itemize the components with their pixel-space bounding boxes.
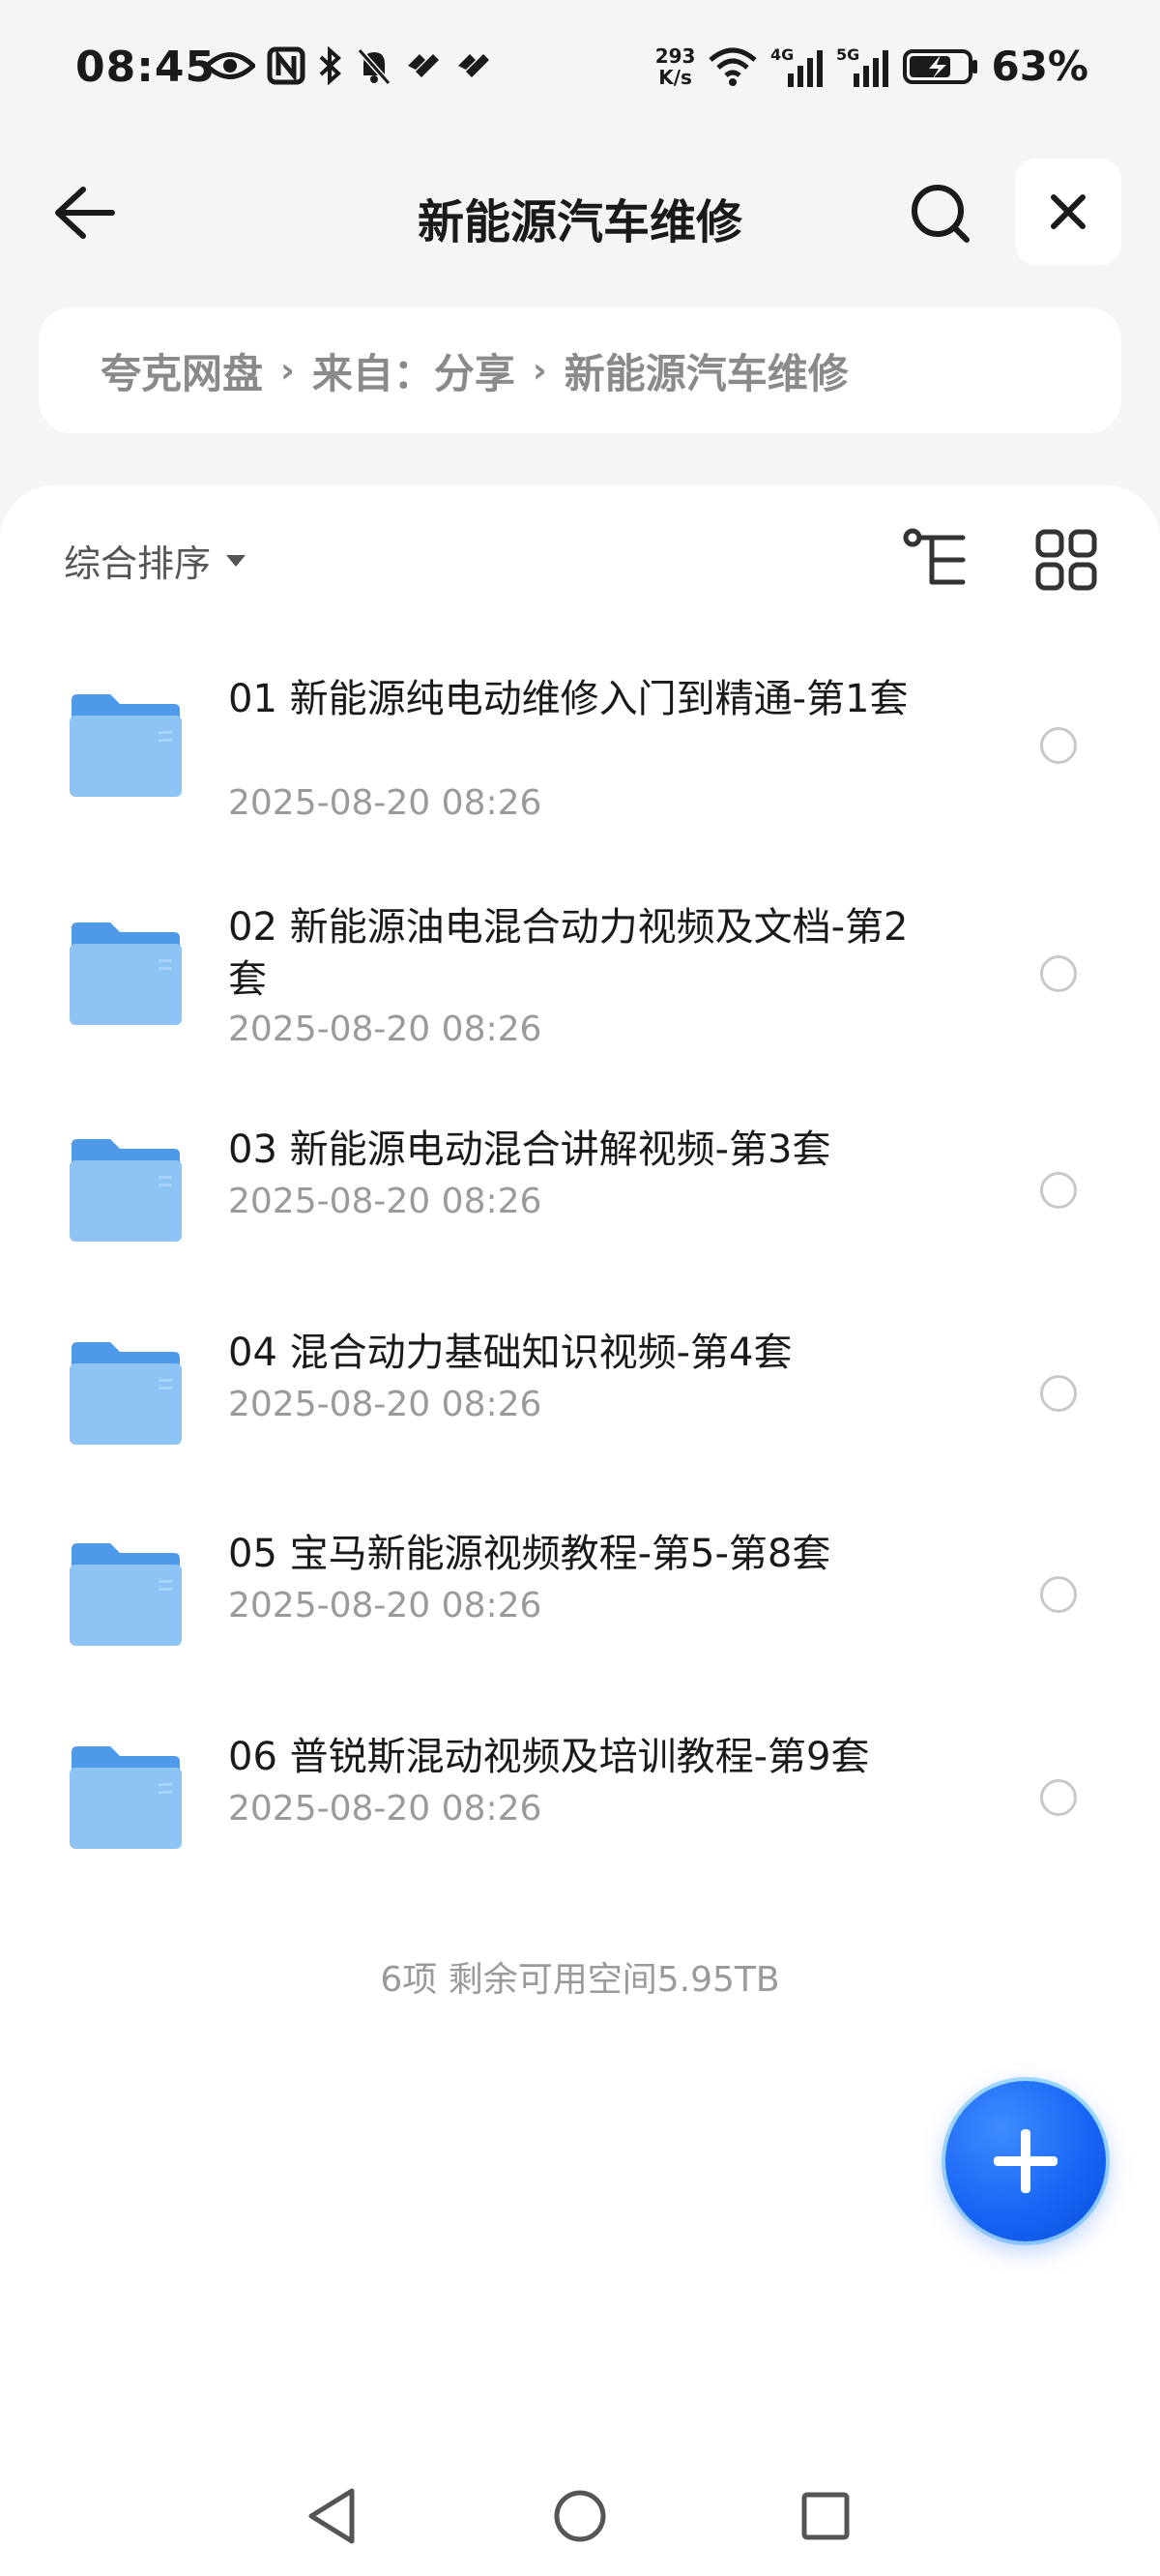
grid-view-icon	[1035, 529, 1097, 591]
breadcrumb: 夸克网盘 › 来自：分享 › 新能源汽车维修	[39, 307, 1121, 433]
file-row[interactable]: 02 新能源油电混合动力视频及文档-第2套 2025-08-20 08:26	[0, 872, 1160, 1095]
nfc-icon	[267, 46, 305, 85]
file-date: 2025-08-20 08:26	[228, 1586, 542, 1625]
caret-down-icon	[226, 554, 246, 567]
svg-text:5G: 5G	[836, 45, 859, 64]
select-radio[interactable]	[1040, 1375, 1077, 1412]
network-speed-value: 293	[654, 44, 696, 68]
file-date: 2025-08-20 08:26	[228, 1010, 542, 1049]
status-bar: 08:45 293 K/s 4G 5G 63%	[0, 0, 1160, 145]
file-name: 04 混合动力基础知识视频-第4套	[228, 1331, 793, 1375]
network-speed: 293 K/s	[655, 45, 696, 88]
app-notification-icon	[408, 54, 439, 77]
breadcrumb-separator: ›	[532, 350, 547, 391]
folder-icon	[70, 1342, 182, 1445]
folder-icon	[70, 1543, 182, 1646]
select-radio[interactable]	[1040, 955, 1077, 992]
select-radio[interactable]	[1040, 1576, 1077, 1613]
close-button[interactable]	[1015, 159, 1121, 265]
file-row[interactable]: 06 普锐斯混动视频及培训教程-第9套 2025-08-20 08:26	[0, 1704, 1160, 1907]
circle-home-icon	[554, 2490, 606, 2542]
system-nav-bar	[0, 2456, 1160, 2576]
title-bar: 新能源汽车维修	[0, 145, 1160, 280]
select-radio[interactable]	[1040, 1779, 1077, 1816]
folder-icon	[70, 1746, 182, 1849]
breadcrumb-separator: ›	[280, 350, 295, 391]
eye-icon	[205, 52, 255, 79]
file-row[interactable]: 05 宝马新能源视频教程-第5-第8套 2025-08-20 08:26	[0, 1501, 1160, 1704]
folder-icon	[70, 1139, 182, 1242]
wifi-icon	[709, 47, 758, 86]
nav-recents-button[interactable]	[787, 2477, 864, 2555]
svg-text:4G: 4G	[770, 45, 794, 64]
network-speed-unit: K/s	[658, 65, 692, 89]
breadcrumb-item-root[interactable]: 夸克网盘	[101, 341, 263, 400]
file-row[interactable]: 04 混合动力基础知识视频-第4套 2025-08-20 08:26	[0, 1298, 1160, 1501]
arrow-left-icon	[55, 187, 115, 239]
file-name: 03 新能源电动混合讲解视频-第3套	[228, 1127, 831, 1172]
status-time: 08:45	[75, 43, 217, 92]
signal-4g-icon: 4G	[770, 45, 824, 87]
close-icon	[1051, 194, 1086, 229]
square-recents-icon	[801, 2492, 850, 2540]
status-right: 293 K/s 4G 5G 63%	[655, 43, 1088, 90]
file-name: 05 宝马新能源视频教程-第5-第8套	[228, 1532, 831, 1576]
file-name: 06 普锐斯混动视频及培训教程-第9套	[228, 1735, 870, 1779]
battery-charging-icon	[903, 48, 978, 84]
status-icons	[205, 46, 493, 85]
sort-dropdown[interactable]: 综合排序	[64, 534, 247, 587]
folder-icon	[70, 694, 182, 797]
storage-summary: 6项 剩余可用空间5.95TB	[380, 1960, 780, 2000]
file-name: 01 新能源纯电动维修入门到精通-第1套	[228, 677, 909, 721]
battery-percent: 63%	[991, 43, 1088, 90]
select-radio[interactable]	[1040, 727, 1077, 764]
add-button[interactable]	[945, 2081, 1106, 2241]
search-icon	[912, 185, 970, 243]
nav-home-button[interactable]	[541, 2477, 619, 2555]
file-date: 2025-08-20 08:26	[228, 783, 542, 823]
tree-view-icon	[903, 528, 966, 585]
file-date: 2025-08-20 08:26	[228, 1182, 542, 1221]
breadcrumb-item-current: 新能源汽车维修	[564, 349, 849, 397]
sort-label: 综合排序	[64, 542, 212, 585]
breadcrumb-item-shared[interactable]: 来自：分享	[312, 341, 515, 400]
search-button[interactable]	[907, 180, 974, 248]
grid-view-button[interactable]	[1032, 526, 1100, 594]
folder-icon	[70, 922, 182, 1025]
tree-view-button[interactable]	[903, 526, 971, 594]
file-panel: 综合排序 01 新能源纯电动维修入门到精通-第1套 2025-08-20 08:…	[0, 485, 1160, 2576]
file-row[interactable]: 01 新能源纯电动维修入门到精通-第1套 2025-08-20 08:26	[0, 650, 1160, 872]
file-date: 2025-08-20 08:26	[228, 1789, 542, 1829]
app-notification-icon-2	[458, 54, 489, 77]
bluetooth-icon	[319, 46, 341, 85]
triangle-back-icon	[308, 2488, 355, 2544]
signal-5g-icon: 5G	[836, 45, 889, 87]
file-date: 2025-08-20 08:26	[228, 1385, 542, 1424]
page-title: 新能源汽车维修	[417, 195, 742, 249]
select-radio[interactable]	[1040, 1172, 1077, 1209]
back-button[interactable]	[50, 182, 118, 244]
file-row[interactable]: 03 新能源电动混合讲解视频-第3套 2025-08-20 08:26	[0, 1095, 1160, 1298]
mute-bell-icon	[357, 48, 392, 85]
nav-back-button[interactable]	[296, 2477, 373, 2555]
file-name: 02 新能源油电混合动力视频及文档-第2套	[228, 905, 909, 1002]
